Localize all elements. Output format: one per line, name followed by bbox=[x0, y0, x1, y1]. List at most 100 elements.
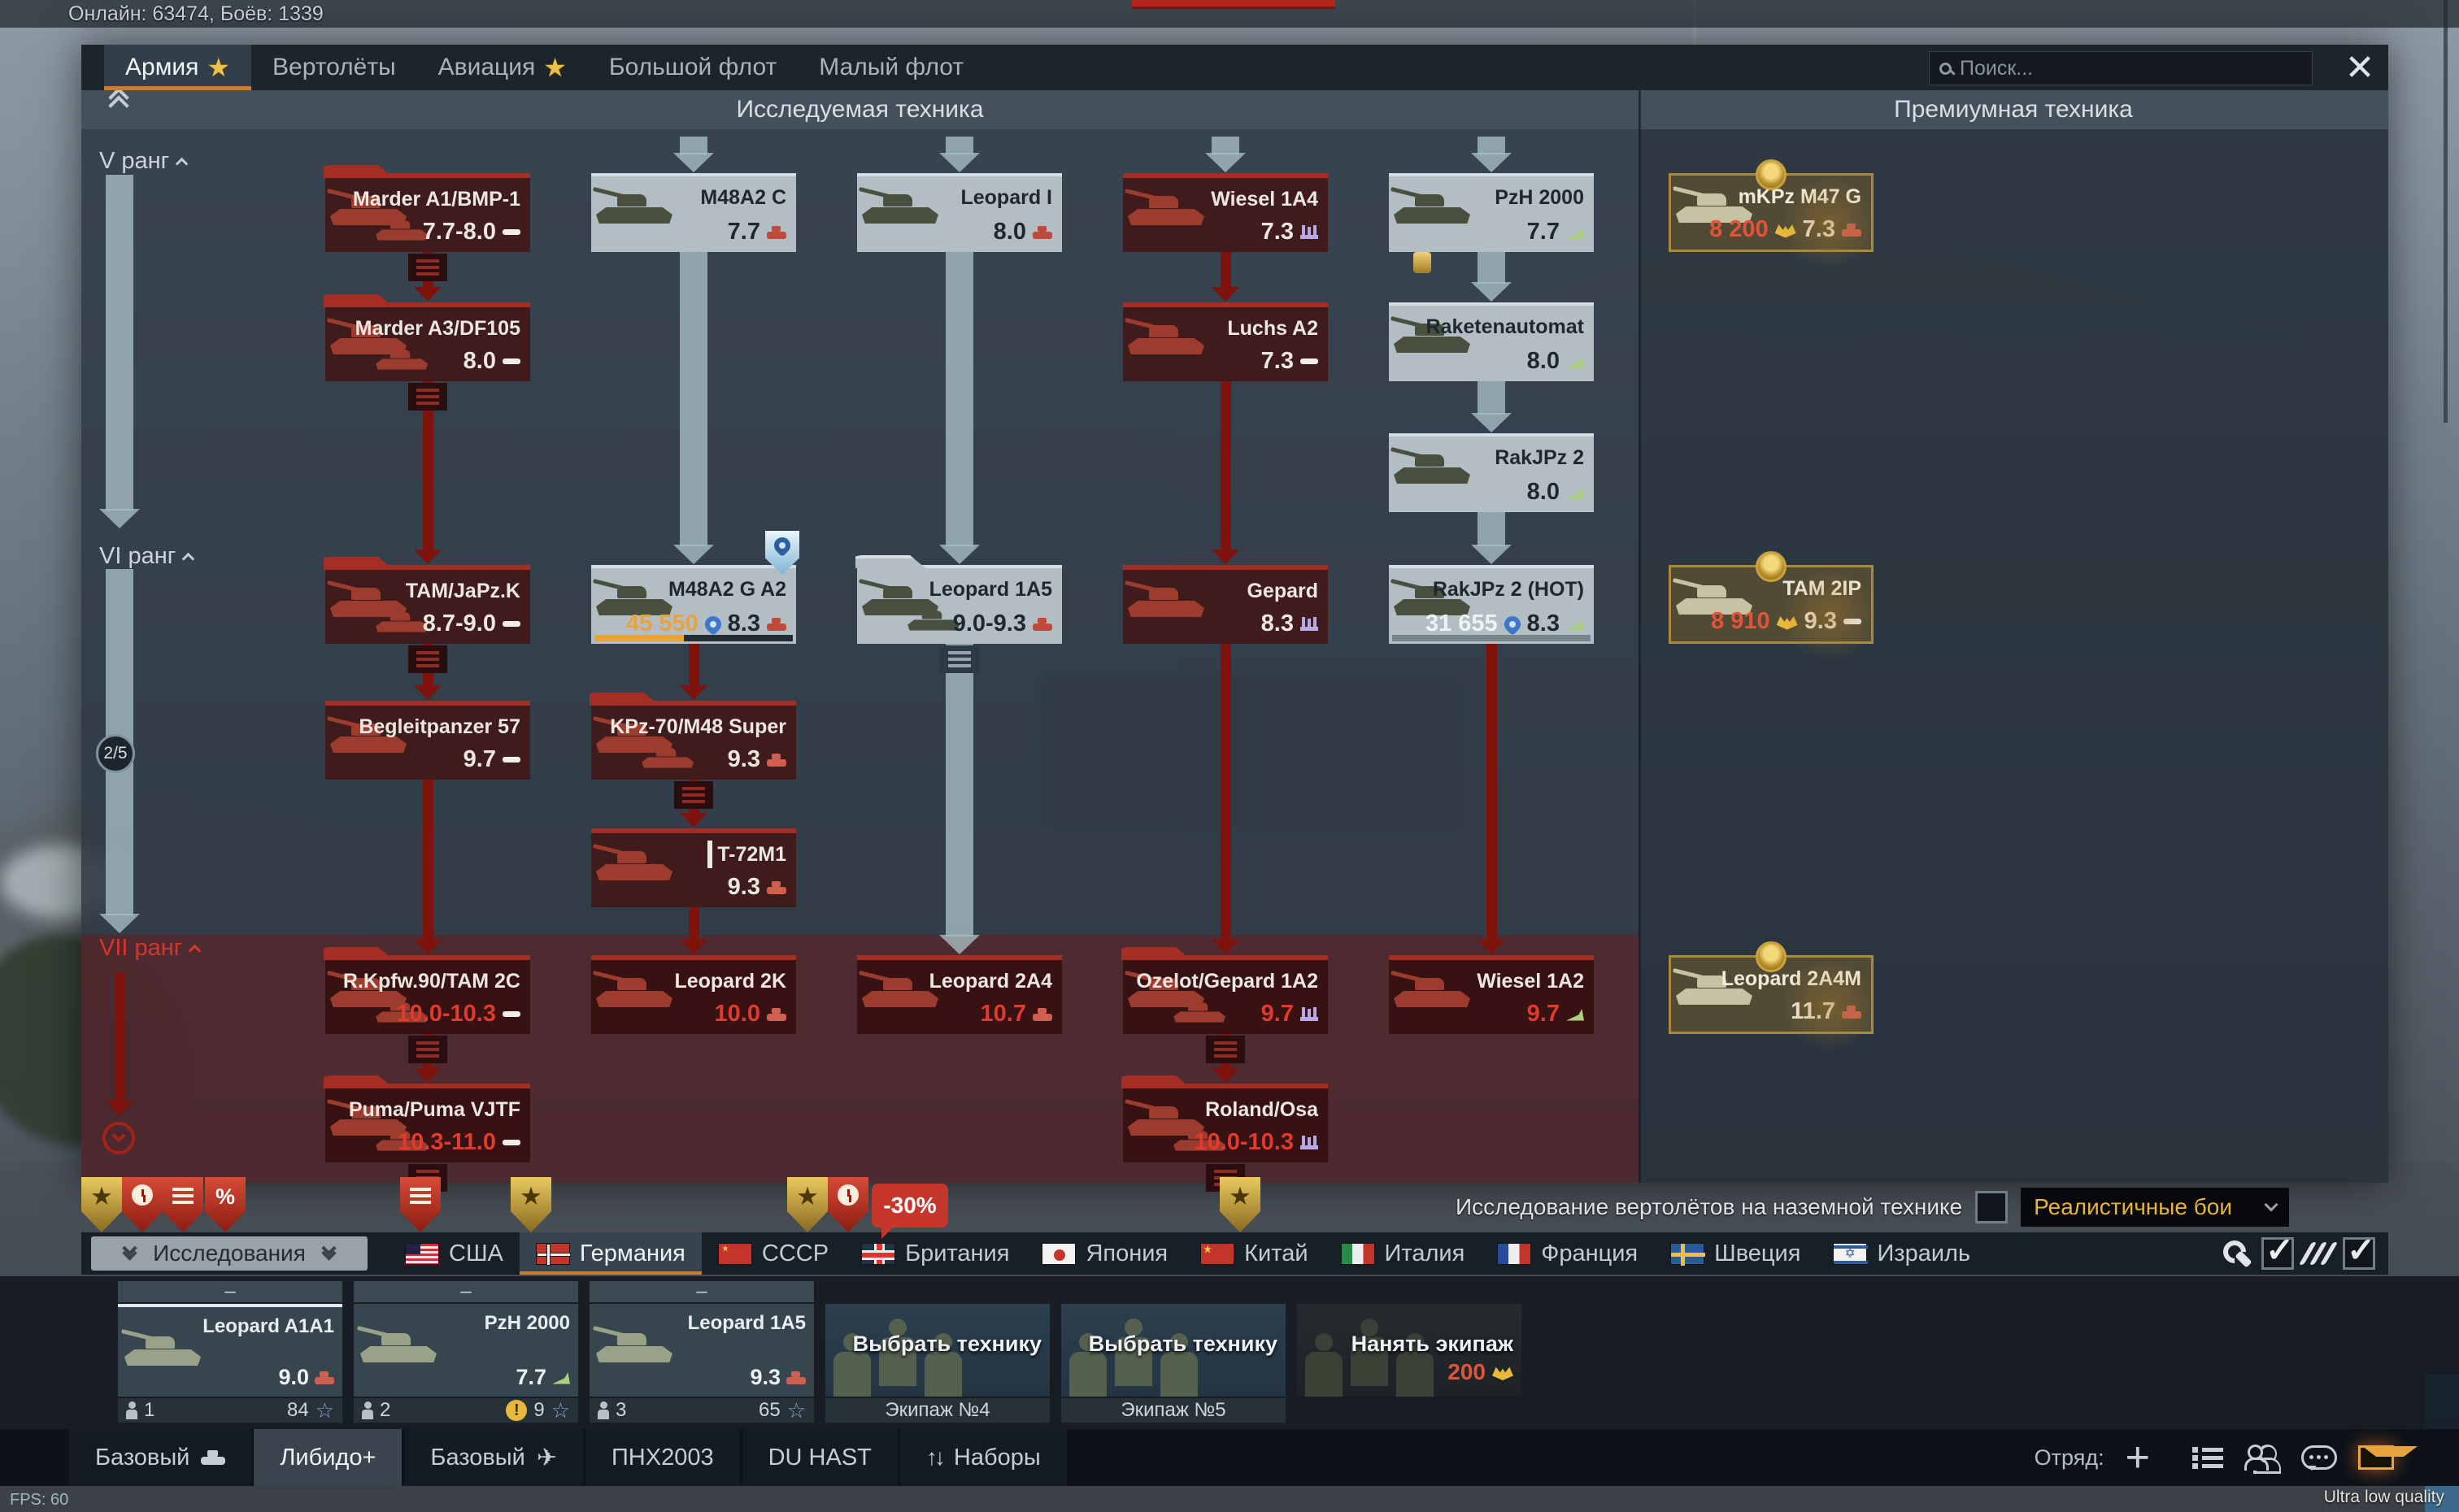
slot-vehicle[interactable]: PzH 20007.7 bbox=[354, 1304, 578, 1397]
vehicle-cell[interactable]: mKPz M47 G8 2007.3 bbox=[1669, 173, 1874, 252]
folder-expand-button[interactable] bbox=[408, 645, 447, 673]
nation-tab-fr[interactable]: Франция bbox=[1481, 1232, 1654, 1275]
nation-tab-se[interactable]: Швеция bbox=[1654, 1232, 1817, 1275]
vehicle-cell[interactable]: TAM 2IP8 9109.3 bbox=[1669, 565, 1874, 644]
vehicle-cell[interactable]: R.Kpfw.90/TAM 2C10.0-10.3 bbox=[325, 955, 530, 1034]
nation-tab-jp[interactable]: Япония bbox=[1025, 1232, 1184, 1275]
slot-order-strip[interactable]: – bbox=[118, 1281, 342, 1302]
crew-level-group: !9☆ bbox=[506, 1398, 570, 1423]
clock-icon bbox=[838, 1184, 859, 1206]
vehicle-cell[interactable]: TAM/JaPz.K8.7-9.0 bbox=[325, 565, 530, 644]
nation-tab-cn[interactable]: Китай bbox=[1184, 1232, 1324, 1275]
hire-crew-slot[interactable]: Нанять экипаж200 bbox=[1297, 1304, 1521, 1397]
vehicle-cell[interactable]: Wiesel 1A29.7 bbox=[1389, 955, 1594, 1034]
close-button[interactable]: ✕ bbox=[2337, 47, 2383, 88]
vehicle-cell[interactable]: Leopard 2K10.0 bbox=[591, 955, 796, 1034]
vehicle-cell[interactable]: Gepard8.3 bbox=[1123, 565, 1328, 644]
vehicle-cell[interactable]: Marder A1/BMP-17.7-8.0 bbox=[325, 173, 530, 252]
repair-checkbox[interactable] bbox=[2261, 1237, 2294, 1270]
vehicle-cell[interactable]: PzH 20007.7 bbox=[1389, 173, 1594, 252]
crew-slot-4[interactable]: Выбрать техникуЭкипаж №4 bbox=[825, 1281, 1050, 1423]
tab-малый флот[interactable]: Малый флот bbox=[798, 45, 985, 90]
folder-expand-button[interactable] bbox=[408, 254, 447, 281]
vehicle-cell[interactable]: Begleitpanzer 579.7 bbox=[325, 701, 530, 780]
folder-expand-button[interactable] bbox=[674, 781, 713, 809]
folder-expand-button[interactable] bbox=[1206, 1036, 1245, 1063]
vehicle-cell[interactable]: Raketenautomat8.0 bbox=[1389, 302, 1594, 381]
crew-slot-1[interactable]: –Leopard A1A19.0184☆ bbox=[118, 1281, 342, 1423]
preset-tab[interactable]: ↑↓Наборы bbox=[900, 1429, 1067, 1486]
vehicle-cell[interactable]: RakJPz 28.0 bbox=[1389, 433, 1594, 512]
vehicle-cell[interactable]: T-72M19.3 bbox=[591, 828, 796, 907]
chevron-up-icon bbox=[182, 553, 195, 566]
research-mode-button[interactable]: Исследования bbox=[91, 1236, 368, 1271]
preset-tab[interactable]: Базовый bbox=[69, 1429, 251, 1486]
vehicle-name: TAM 2IP bbox=[1782, 577, 1861, 601]
vehicle-cell[interactable]: Wiesel 1A47.3 bbox=[1123, 173, 1328, 252]
tab-вертолёты[interactable]: Вертолёты bbox=[251, 45, 417, 90]
folder-expand-button[interactable] bbox=[940, 645, 979, 673]
vehicle-cell[interactable]: Leopard 2A410.7 bbox=[857, 955, 1062, 1034]
chat-icon[interactable] bbox=[2301, 1445, 2337, 1470]
arrow-line bbox=[1212, 137, 1239, 154]
empty-crew-slot[interactable]: Выбрать технику bbox=[1061, 1304, 1286, 1397]
crew-slot-6[interactable]: Нанять экипаж200 bbox=[1297, 1281, 1521, 1423]
vehicle-cell[interactable]: Leopard 1A59.0-9.3 bbox=[857, 565, 1062, 644]
nation-tab-il[interactable]: Израиль bbox=[1817, 1232, 1987, 1275]
preset-tab[interactable]: Либидо+ bbox=[254, 1429, 402, 1486]
slot-vehicle[interactable]: Leopard A1A19.0 bbox=[118, 1304, 342, 1397]
search-input[interactable]: Поиск... bbox=[1929, 51, 2313, 85]
empty-crew-slot[interactable]: Выбрать технику bbox=[825, 1304, 1050, 1397]
vehicle-silhouette bbox=[596, 973, 672, 1010]
crew-slot-3[interactable]: –Leopard 1A59.3365☆ bbox=[590, 1281, 814, 1423]
crew-level-group: 65☆ bbox=[759, 1398, 806, 1423]
nation-tab-uk[interactable]: Британия bbox=[845, 1232, 1025, 1275]
heli-research-checkbox[interactable] bbox=[1975, 1191, 2008, 1223]
nation-tab-it[interactable]: Италия bbox=[1325, 1232, 1482, 1275]
vehicle-cell[interactable]: KPz-70/M48 Super9.3 bbox=[591, 701, 796, 780]
game-mode-dropdown[interactable]: Реалистичные бои bbox=[2021, 1188, 2289, 1227]
friends-icon[interactable] bbox=[2244, 1445, 2280, 1471]
tab-армия[interactable]: Армия★ bbox=[104, 45, 251, 90]
mail-icon[interactable] bbox=[2358, 1445, 2394, 1470]
ammo-checkbox[interactable] bbox=[2343, 1237, 2375, 1270]
vehicle-cell[interactable]: Puma/Puma VJTF10.3-11.0 bbox=[325, 1084, 530, 1162]
crew-slot-5[interactable]: Выбрать техникуЭкипаж №5 bbox=[1061, 1281, 1286, 1423]
vehicle-cell[interactable]: RakJPz 2 (HOT)31 6558.3 bbox=[1389, 565, 1594, 644]
preset-tab[interactable]: ПНХ2003 bbox=[585, 1429, 740, 1486]
rank-label-vi[interactable]: VI ранг bbox=[99, 543, 193, 570]
vehicle-cell[interactable]: Luchs A27.3 bbox=[1123, 302, 1328, 381]
discount-badge[interactable]: -30% bbox=[872, 1184, 948, 1227]
vehicle-cell[interactable]: M48A2 G A245 5508.3 bbox=[591, 565, 796, 644]
rank-label-v[interactable]: V ранг bbox=[99, 148, 186, 175]
vehicle-br-row: 10.7 bbox=[981, 1001, 1052, 1028]
nation-tab-ussr[interactable]: СССР bbox=[702, 1232, 845, 1275]
preset-label: DU HAST bbox=[768, 1445, 872, 1471]
slot-order-strip[interactable]: – bbox=[590, 1281, 814, 1302]
rank-label-vii[interactable]: VII ранг bbox=[99, 935, 199, 962]
vehicle-cell[interactable]: Leopard 2A4M11.7 bbox=[1669, 955, 1874, 1034]
vehicle-cell[interactable]: M48A2 C7.7 bbox=[591, 173, 796, 252]
nation-tab-de[interactable]: Германия bbox=[520, 1232, 702, 1275]
tank-silhouette bbox=[642, 745, 694, 770]
tab-большой флот[interactable]: Большой флот bbox=[588, 45, 798, 90]
slot-order-strip[interactable]: – bbox=[354, 1281, 578, 1302]
vehicle-name: M48A2 C bbox=[700, 186, 786, 210]
vehicle-cell[interactable]: Leopard I8.0 bbox=[857, 173, 1062, 252]
preset-tab[interactable]: DU HAST bbox=[742, 1429, 898, 1486]
folder-expand-button[interactable] bbox=[408, 1036, 447, 1063]
crew-slot-2[interactable]: –PzH 20007.72!9☆ bbox=[354, 1281, 578, 1423]
nation-tab-us[interactable]: США bbox=[389, 1232, 520, 1275]
folder-expand-button[interactable] bbox=[408, 383, 447, 411]
slot-vehicle[interactable]: Leopard 1A59.3 bbox=[590, 1304, 814, 1397]
battle-tasks-icon[interactable] bbox=[2192, 1445, 2223, 1470]
preset-tab[interactable]: Базовый✈ bbox=[404, 1429, 583, 1486]
updown-arrows-icon: ↑↓ bbox=[926, 1445, 942, 1471]
vehicle-cell[interactable]: Roland/Osa10.0-10.3 bbox=[1123, 1084, 1328, 1162]
tab-авиация[interactable]: Авиация★ bbox=[417, 45, 588, 90]
dash-class-icon bbox=[503, 229, 520, 235]
collapse-tree-button[interactable] bbox=[102, 97, 135, 123]
vehicle-cell[interactable]: Marder A3/DF1058.0 bbox=[325, 302, 530, 381]
squad-add-button[interactable]: + bbox=[2126, 1437, 2150, 1478]
vehicle-cell[interactable]: Ozelot/Gepard 1A29.7 bbox=[1123, 955, 1328, 1034]
